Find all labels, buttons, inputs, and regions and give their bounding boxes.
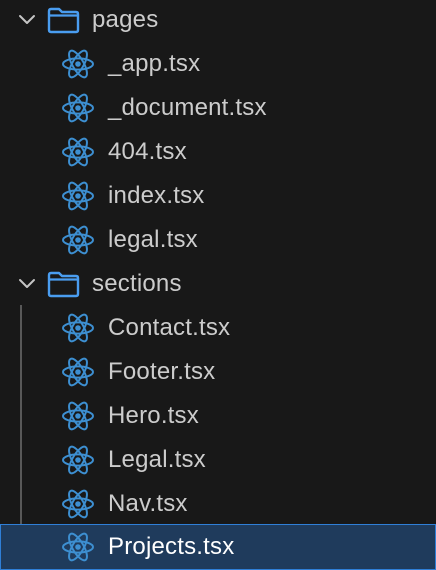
- folder-sections[interactable]: sections: [0, 262, 436, 306]
- folder-label: pages: [92, 6, 159, 33]
- file-label: index.tsx: [108, 182, 205, 209]
- file-label: 404.tsx: [108, 138, 187, 165]
- file-label: _document.tsx: [108, 94, 267, 121]
- file-item[interactable]: Hero.tsx: [0, 394, 436, 438]
- react-icon: [62, 49, 94, 79]
- file-item[interactable]: 404.tsx: [0, 130, 436, 174]
- folder-icon: [47, 7, 80, 34]
- folder-label: sections: [92, 270, 182, 297]
- file-label: legal.tsx: [108, 226, 198, 253]
- file-item[interactable]: index.tsx: [0, 174, 436, 218]
- react-icon: [62, 225, 94, 255]
- react-icon: [62, 313, 94, 343]
- file-item-selected[interactable]: Projects.tsx: [0, 524, 436, 570]
- file-item[interactable]: _document.tsx: [0, 86, 436, 130]
- file-explorer-tree: pages _app.tsx _document.tsx 404.tsx ind…: [0, 0, 436, 570]
- file-label: Nav.tsx: [108, 490, 188, 517]
- file-label: Projects.tsx: [108, 533, 235, 560]
- folder-pages[interactable]: pages: [0, 0, 436, 42]
- react-icon: [62, 489, 94, 519]
- file-item[interactable]: legal.tsx: [0, 218, 436, 262]
- file-item[interactable]: Contact.tsx: [0, 306, 436, 350]
- chevron-down-icon[interactable]: [17, 10, 37, 30]
- file-item[interactable]: _app.tsx: [0, 42, 436, 86]
- file-label: Contact.tsx: [108, 314, 231, 341]
- react-icon: [62, 181, 94, 211]
- chevron-down-icon[interactable]: [17, 274, 37, 294]
- react-icon: [62, 401, 94, 431]
- react-icon: [62, 532, 94, 562]
- file-label: Legal.tsx: [108, 446, 206, 473]
- react-icon: [62, 445, 94, 475]
- react-icon: [62, 93, 94, 123]
- folder-icon: [47, 271, 80, 298]
- file-item[interactable]: Nav.tsx: [0, 482, 436, 526]
- file-label: Hero.tsx: [108, 402, 199, 429]
- file-label: _app.tsx: [108, 50, 201, 77]
- file-item[interactable]: Legal.tsx: [0, 438, 436, 482]
- react-icon: [62, 137, 94, 167]
- react-icon: [62, 357, 94, 387]
- file-item[interactable]: Footer.tsx: [0, 350, 436, 394]
- file-label: Footer.tsx: [108, 358, 216, 385]
